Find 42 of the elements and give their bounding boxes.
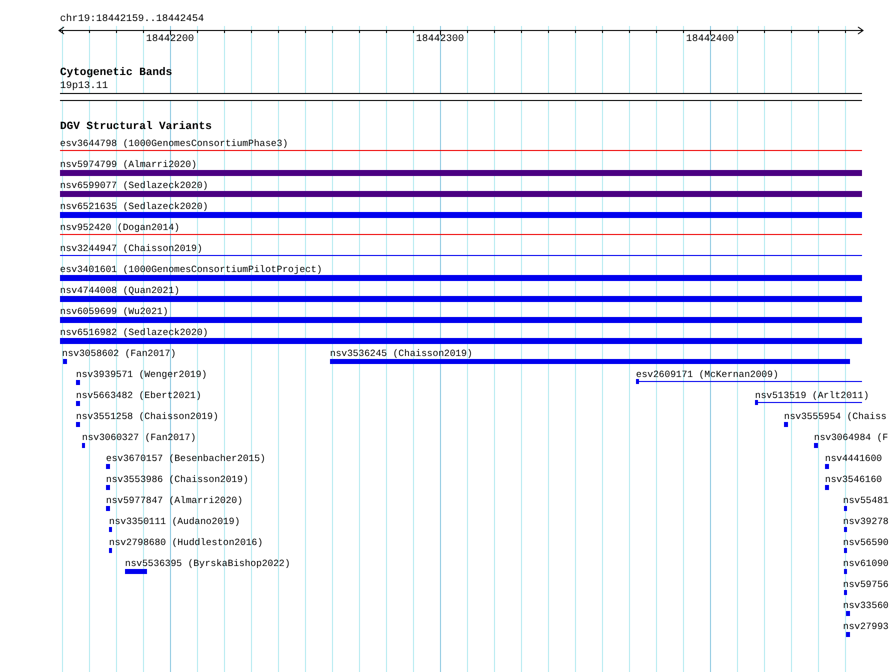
ruler-tick-label: 18442300 [416,35,464,45]
feature-label[interactable]: nsv6599077 (Sedlazeck2020) [60,181,208,190]
feature-label[interactable]: nsv3060327 (Fan2017) [82,433,196,442]
feature-label[interactable]: nsv3555954 (Chaiss [784,412,887,421]
feature-label[interactable]: nsv61090 [843,559,889,568]
track-title: DGV Structural Variants [60,122,212,133]
feature-label[interactable]: nsv513519 (Arlt2011) [755,391,870,400]
feature-label[interactable]: nsv6521635 (Sedlazeck2020) [60,202,208,211]
feature-label[interactable]: nsv4441600 [825,454,882,463]
feature-label[interactable]: nsv4744008 (Quan2021) [60,286,180,295]
feature-label[interactable]: nsv5977847 (Almarri2020) [106,496,243,505]
feature-label[interactable]: nsv3536245 (Chaisson2019) [330,349,473,358]
feature-label[interactable]: nsv39278 [843,517,889,526]
feature-label[interactable]: nsv3244947 (Chaisson2019) [60,244,203,253]
feature-label[interactable]: nsv33560 [843,601,889,610]
feature-label[interactable]: nsv27993 [843,622,889,631]
ruler-tick-label: 18442400 [686,35,734,45]
feature-label[interactable]: nsv3551258 (Chaisson2019) [76,412,219,421]
feature-label[interactable]: esv2609171 (McKernan2009) [636,370,779,379]
feature-label[interactable]: esv3670157 (Besenbacher2015) [106,454,266,463]
feature-label[interactable]: nsv3350111 (Audano2019) [109,517,240,526]
feature-label[interactable]: nsv3058602 (Fan2017) [62,349,176,358]
feature-label[interactable]: nsv3064984 (F [814,433,888,442]
feature-label[interactable]: nsv5663482 (Ebert2021) [76,391,202,400]
feature-label[interactable]: nsv2798680 (Huddleston2016) [109,538,263,547]
feature-label[interactable]: nsv6516982 (Sedlazeck2020) [60,328,208,337]
feature-label[interactable]: nsv3939571 (Wenger2019) [76,370,208,379]
ruler-tick-label: 18442200 [146,35,194,45]
feature-label[interactable]: nsv55481 [843,496,889,505]
region-label: chr19:18442159..18442454 [60,15,204,25]
band-label: 19p13.11 [60,82,108,92]
feature-label[interactable]: nsv3546160 [825,475,882,484]
track-title: Cytogenetic Bands [60,68,172,79]
feature-label[interactable]: nsv5974799 (Almarri2020) [60,160,197,169]
feature-label[interactable]: esv3401601 (1000GenomesConsortiumPilotProject) [60,265,322,274]
feature-label[interactable]: nsv6059699 (Wu2021) [60,307,168,316]
feature-label[interactable]: nsv56590 [843,538,889,547]
feature-label[interactable]: nsv3553986 (Chaisson2019) [106,475,249,484]
feature-label[interactable]: esv3644798 (1000GenomesConsortiumPhase3) [60,139,288,148]
feature-label[interactable]: nsv952420 (Dogan2014) [60,223,180,232]
feature-label[interactable]: nsv59756 [843,580,889,589]
feature-label[interactable]: nsv5536395 (ByrskaBishop2022) [125,559,290,568]
